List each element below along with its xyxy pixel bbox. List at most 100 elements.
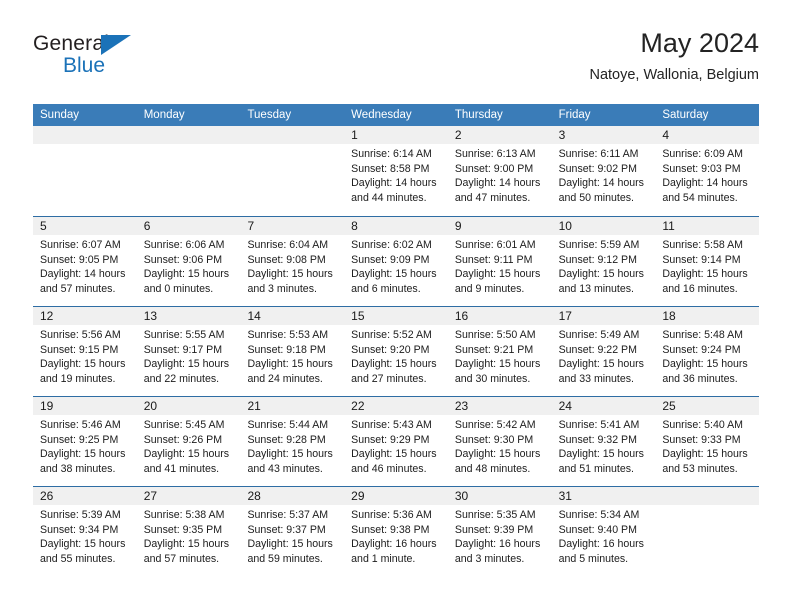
day-details: Sunrise: 6:11 AM Sunset: 9:02 PM Daylight:… [552,144,656,205]
daylight-text-line1: Daylight: 16 hours [558,538,644,551]
calendar-grid: Sunday Monday Tuesday Wednesday Thursday… [33,104,760,576]
calendar-day-cell[interactable]: 29 Sunrise: 5:36 AM Sunset: 9:38 PM Dayligh… [344,487,448,576]
calendar-day-cell[interactable]: 3 Sunrise: 6:11 AM Sunset: 9:02 PM Daylight… [551,126,656,216]
day-number: 9 [447,217,552,235]
day-number: 29 [344,487,448,505]
daylight-text-line2: and 43 minutes. [247,462,323,475]
daylight-text-line2: and 47 minutes. [454,191,531,204]
calendar-day-cell[interactable]: 10 Sunrise: 5:59 AM Sunset: 9:12 PM Dayligh… [551,217,656,306]
day-details: Sunrise: 5:38 AM Sunset: 9:35 PM Daylight:… [137,505,241,566]
day-details: Sunrise: 5:59 AM Sunset: 9:12 PM Daylight:… [552,235,656,296]
daylight-text-line1: Daylight: 14 hours [40,268,126,281]
calendar-day-cell[interactable]: 1 Sunrise: 6:14 AM Sunset: 8:58 PM Daylight… [344,126,448,216]
sunrise-text: Sunrise: 6:02 AM [351,239,432,251]
sunrise-text: Sunrise: 5:35 AM [454,509,536,521]
calendar-day-cell[interactable]: 27 Sunrise: 5:38 AM Sunset: 9:35 PM Dayligh… [136,487,241,576]
day-details: Sunrise: 6:13 AM Sunset: 9:00 PM Daylight:… [448,144,552,205]
calendar-day-cell[interactable]: 20 Sunrise: 5:45 AM Sunset: 9:26 PM Dayligh… [136,397,241,486]
calendar-day-cell-empty [655,487,760,576]
daylight-text-line2: and 59 minutes. [247,552,323,565]
sunset-text: Sunset: 9:14 PM [662,253,741,266]
calendar-day-cell[interactable]: 22 Sunrise: 5:43 AM Sunset: 9:29 PM Dayligh… [344,397,448,486]
generalblue-logo[interactable]: General Blue [33,32,163,84]
title-block: May 2024 Natoye, Wallonia, Belgium [589,26,759,86]
calendar-day-cell[interactable]: 21 Sunrise: 5:44 AM Sunset: 9:28 PM Dayligh… [240,397,345,486]
sunset-text: Sunset: 9:08 PM [247,253,326,266]
day-details: Sunrise: 6:04 AM Sunset: 9:08 PM Daylight:… [240,235,344,296]
calendar-day-cell[interactable]: 9 Sunrise: 6:01 AM Sunset: 9:11 PM Daylight… [447,217,552,306]
calendar-day-cell[interactable]: 30 Sunrise: 5:35 AM Sunset: 9:39 PM Dayligh… [447,487,552,576]
day-number: 11 [655,217,760,235]
weekday-header-row: Sunday Monday Tuesday Wednesday Thursday… [33,104,759,126]
calendar-day-cell[interactable]: 12 Sunrise: 5:56 AM Sunset: 9:15 PM Dayligh… [33,307,137,396]
calendar-day-cell[interactable]: 16 Sunrise: 5:50 AM Sunset: 9:21 PM Dayligh… [447,307,552,396]
sunrise-text: Sunrise: 5:39 AM [40,509,121,521]
daylight-text-line1: Daylight: 15 hours [558,268,644,281]
sunset-text: Sunset: 9:24 PM [662,343,741,356]
calendar-day-cell[interactable]: 26 Sunrise: 5:39 AM Sunset: 9:34 PM Dayligh… [33,487,137,576]
daylight-text-line2: and 51 minutes. [558,462,634,475]
day-details: Sunrise: 5:48 AM Sunset: 9:24 PM Daylight:… [655,325,759,386]
day-number: 2 [447,126,552,144]
daylight-text-line2: and 38 minutes. [40,462,116,475]
calendar-day-cell[interactable]: 4 Sunrise: 6:09 AM Sunset: 9:03 PM Daylight… [655,126,760,216]
daylight-text-line2: and 13 minutes. [558,282,634,295]
sunset-text: Sunset: 9:09 PM [351,253,430,266]
sunrise-text: Sunrise: 5:56 AM [40,329,121,341]
day-details: Sunrise: 5:55 AM Sunset: 9:17 PM Daylight:… [137,325,241,386]
sunset-text: Sunset: 9:35 PM [143,523,223,536]
sunset-text: Sunset: 9:21 PM [454,343,534,356]
day-details: Sunrise: 6:06 AM Sunset: 9:06 PM Daylight:… [137,235,241,296]
day-details: Sunrise: 5:41 AM Sunset: 9:32 PM Daylight:… [552,415,656,476]
weekday-header-wednesday: Wednesday [351,109,412,121]
calendar-day-cell[interactable]: 25 Sunrise: 5:40 AM Sunset: 9:33 PM Dayligh… [655,397,760,486]
day-number: 28 [240,487,345,505]
daylight-text-line1: Daylight: 15 hours [40,448,126,461]
calendar-day-cell[interactable]: 28 Sunrise: 5:37 AM Sunset: 9:37 PM Dayligh… [240,487,345,576]
calendar-day-cell[interactable]: 18 Sunrise: 5:48 AM Sunset: 9:24 PM Dayligh… [655,307,760,396]
daylight-text-line1: Daylight: 15 hours [143,538,230,551]
daylight-text-line1: Daylight: 15 hours [143,268,230,281]
daylight-text-line2: and 44 minutes. [351,191,427,204]
calendar-day-cell[interactable]: 5 Sunrise: 6:07 AM Sunset: 9:05 PM Daylight… [33,217,137,306]
day-number: 22 [344,397,448,415]
day-number: 30 [447,487,552,505]
sunrise-text: Sunrise: 5:38 AM [143,509,225,521]
calendar-day-cell[interactable]: 13 Sunrise: 5:55 AM Sunset: 9:17 PM Dayligh… [136,307,241,396]
daylight-text-line2: and 22 minutes. [143,372,220,385]
calendar-day-cell[interactable]: 6 Sunrise: 6:06 AM Sunset: 9:06 PM Daylight… [136,217,241,306]
calendar-day-cell[interactable]: 2 Sunrise: 6:13 AM Sunset: 9:00 PM Daylight… [447,126,552,216]
day-number: 31 [551,487,656,505]
calendar-day-cell[interactable]: 31 Sunrise: 5:34 AM Sunset: 9:40 PM Dayligh… [551,487,656,576]
calendar-day-cell[interactable]: 14 Sunrise: 5:53 AM Sunset: 9:18 PM Dayligh… [240,307,345,396]
calendar-day-cell[interactable]: 15 Sunrise: 5:52 AM Sunset: 9:20 PM Dayligh… [344,307,448,396]
calendar-day-cell[interactable]: 8 Sunrise: 6:02 AM Sunset: 9:09 PM Daylight… [344,217,448,306]
daylight-text-line2: and 54 minutes. [662,191,738,204]
sunrise-text: Sunrise: 6:13 AM [454,148,536,160]
calendar-week-row: 1 Sunrise: 6:14 AM Sunset: 8:58 PM Daylight… [33,126,760,216]
sunrise-text: Sunrise: 5:37 AM [247,509,329,521]
daylight-text-line1: Daylight: 15 hours [247,448,333,461]
day-number [33,126,137,144]
daylight-text-line1: Daylight: 15 hours [40,538,126,551]
day-number: 4 [655,126,760,144]
sunrise-text: Sunrise: 5:55 AM [143,329,225,341]
sunrise-text: Sunrise: 5:41 AM [558,419,640,431]
calendar-day-cell[interactable]: 17 Sunrise: 5:49 AM Sunset: 9:22 PM Dayligh… [551,307,656,396]
daylight-text-line1: Daylight: 15 hours [558,358,644,371]
calendar-day-cell[interactable]: 23 Sunrise: 5:42 AM Sunset: 9:30 PM Dayligh… [447,397,552,486]
daylight-text-line1: Daylight: 15 hours [247,358,333,371]
daylight-text-line1: Daylight: 15 hours [454,358,541,371]
calendar-day-cell[interactable]: 11 Sunrise: 5:58 AM Sunset: 9:14 PM Dayligh… [655,217,760,306]
calendar-day-cell[interactable]: 19 Sunrise: 5:46 AM Sunset: 9:25 PM Dayligh… [33,397,137,486]
daylight-text-line2: and 30 minutes. [454,372,531,385]
daylight-text-line1: Daylight: 15 hours [662,358,748,371]
calendar-day-cell[interactable]: 24 Sunrise: 5:41 AM Sunset: 9:32 PM Dayligh… [551,397,656,486]
calendar-day-cell-empty [240,126,345,216]
calendar-day-cell[interactable]: 7 Sunrise: 6:04 AM Sunset: 9:08 PM Daylight… [240,217,345,306]
day-number: 14 [240,307,345,325]
sunset-text: Sunset: 9:40 PM [558,523,637,536]
daylight-text-line1: Daylight: 15 hours [351,358,437,371]
calendar-body: 1 Sunrise: 6:14 AM Sunset: 8:58 PM Daylight… [33,126,760,576]
sunset-text: Sunset: 9:30 PM [454,433,534,446]
